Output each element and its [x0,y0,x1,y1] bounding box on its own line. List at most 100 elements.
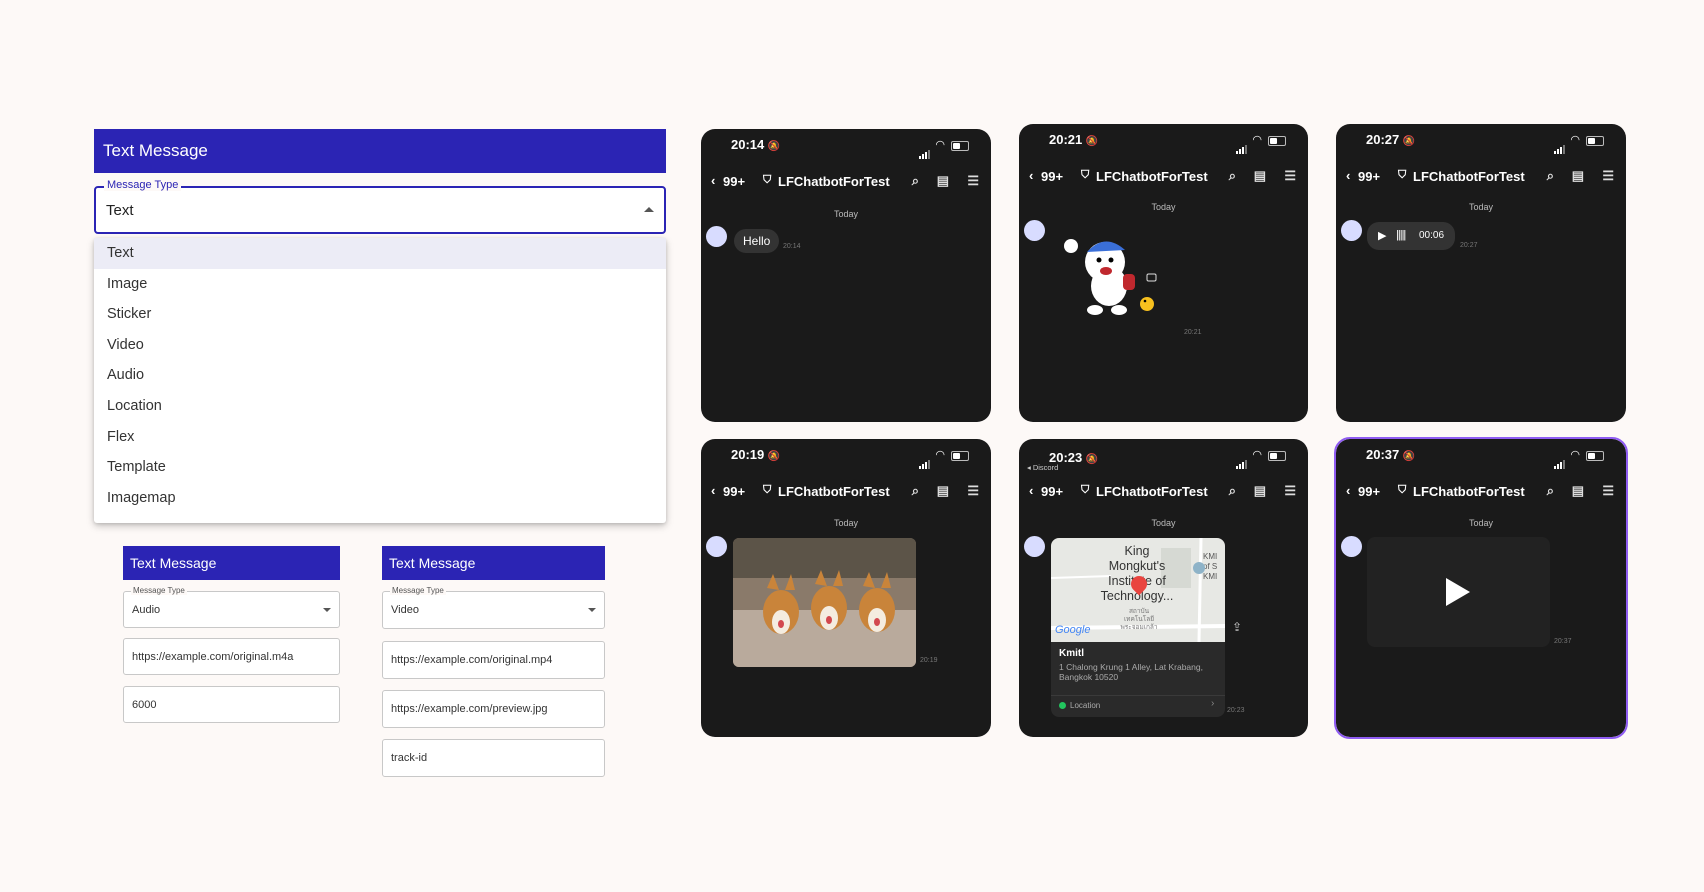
notes-icon[interactable]: ▤ [937,483,949,499]
menu-icon[interactable]: ☰ [967,173,979,189]
wifi-icon: ◠ [1570,449,1580,461]
signal-icon [1554,136,1566,154]
phone-text-message: 20:14 🔕 ◠ ‹ 99+ ⛉ LFChatbotForTest ⌕ ▤ ☰… [701,129,991,422]
wifi-icon: ◠ [935,449,945,461]
video-url-field[interactable]: https://example.com/original.mp4 [382,641,605,679]
unread-count: 99+ [723,174,746,189]
chevron-right-icon[interactable]: › [1211,698,1214,709]
map-side-label: KMI of S KMI [1203,552,1218,581]
caret-up-icon[interactable] [644,207,654,212]
map-thai-label: สถาบัน เทคโนโลยี พระจอมเกล้า [1120,608,1158,631]
video-thumbnail[interactable] [1367,537,1550,647]
back-icon[interactable]: ‹ [1346,168,1350,183]
map-preview[interactable]: King Mongkut's Institute of Technology..… [1051,538,1225,642]
corgi-photo[interactable] [733,538,916,667]
audio-bubble[interactable]: ▶ ||||| 00:06 [1367,222,1455,250]
search-icon[interactable]: ⌕ [912,483,919,499]
unread-count: 99+ [1358,169,1381,184]
option-image[interactable]: Image [94,269,666,300]
notes-icon[interactable]: ▤ [1572,483,1584,499]
play-icon[interactable]: ▶ [1378,229,1386,242]
caret-down-icon[interactable] [323,608,331,612]
search-icon[interactable]: ⌕ [912,173,919,189]
back-to-app[interactable]: ◂ Discord [1027,463,1058,472]
video-form-header: Text Message [382,546,605,580]
waveform-icon: ||||| [1396,229,1406,241]
wifi-icon: ◠ [1252,134,1262,146]
map-place-label: King Mongkut's Institute of Technology..… [1100,544,1174,603]
chat-name: LFChatbotForTest [1413,169,1525,184]
location-dot-icon [1059,702,1066,709]
caret-down-icon[interactable] [588,608,596,612]
back-icon[interactable]: ‹ [711,173,715,188]
location-card[interactable]: King Mongkut's Institute of Technology..… [1051,538,1225,717]
option-imagemap[interactable]: Imagemap [94,483,666,514]
battery-icon [1586,451,1604,461]
message-time: 20:21 [1184,329,1202,336]
shield-icon: ⛉ [763,484,772,496]
option-text[interactable]: Text [94,238,666,269]
video-preview-value: https://example.com/preview.jpg [391,703,548,715]
option-location[interactable]: Location [94,391,666,422]
audio-form-header: Text Message [123,546,340,580]
audio-url-value: https://example.com/original.m4a [132,651,294,663]
audio-url-field[interactable]: https://example.com/original.m4a [123,638,340,675]
unread-count: 99+ [1358,484,1381,499]
video-url-value: https://example.com/original.mp4 [391,654,553,666]
option-video[interactable]: Video [94,330,666,361]
audio-type-select[interactable]: Message Type Audio [123,586,340,628]
notes-icon[interactable]: ▤ [1254,168,1266,184]
menu-icon[interactable]: ☰ [1284,483,1296,499]
search-icon[interactable]: ⌕ [1229,168,1236,184]
phone-location-message: 20:23 🔕 ◂ Discord ◠ ‹ 99+ ⛉ LFChatbotFor… [1019,439,1308,737]
status-time: 20:37 🔕 [1366,447,1416,462]
battery-icon [951,141,969,151]
menu-icon[interactable]: ☰ [1284,168,1296,184]
chat-name: LFChatbotForTest [778,484,890,499]
option-template[interactable]: Template [94,452,666,483]
back-icon[interactable]: ‹ [1029,168,1033,183]
option-sticker[interactable]: Sticker [94,299,666,330]
date-divider: Today [1151,518,1176,528]
google-logo: Google [1055,624,1091,636]
video-track-id-field[interactable]: track-id [382,739,605,777]
option-flex[interactable]: Flex [94,422,666,453]
phone-sticker-message: 20:21 🔕 ◠ ‹ 99+ ⛉ LFChatbotForTest ⌕ ▤ ☰… [1019,124,1308,422]
notes-icon[interactable]: ▤ [1254,483,1266,499]
message-bubble: Hello [734,229,780,253]
audio-duration-value: 6000 [132,699,157,711]
search-icon[interactable]: ⌕ [1547,168,1554,184]
status-time: 20:27 🔕 [1366,132,1416,147]
audio-duration-field[interactable]: 6000 [123,686,340,723]
message-type-select[interactable]: Message Type Text [94,179,666,234]
message-type-label: Message Type [104,179,182,191]
shield-icon: ⛉ [763,174,772,186]
bell-off-icon: 🔕 [1085,454,1099,465]
back-icon[interactable]: ‹ [711,483,715,498]
shield-icon: ⛉ [1398,169,1407,181]
menu-icon[interactable]: ☰ [967,483,979,499]
video-type-select[interactable]: Message Type Video [382,586,605,629]
date-divider: Today [833,209,859,219]
back-icon[interactable]: ‹ [1029,483,1033,498]
search-icon[interactable]: ⌕ [1547,483,1554,499]
menu-icon[interactable]: ☰ [1602,168,1614,184]
option-audio[interactable]: Audio [94,360,666,391]
message-time: 20:27 [1460,242,1478,249]
back-icon[interactable]: ‹ [1346,483,1350,498]
audio-type-value: Audio [132,604,161,616]
play-icon[interactable] [1446,578,1470,606]
menu-icon[interactable]: ☰ [1602,483,1614,499]
chat-name: LFChatbotForTest [778,174,890,189]
search-icon[interactable]: ⌕ [1229,483,1236,499]
main-form-header: Text Message [94,129,666,173]
sticker-image [1064,239,1157,315]
notes-icon[interactable]: ▤ [937,173,949,189]
message-type-menu: Text Image Sticker Video Audio Location … [94,238,666,523]
unread-count: 99+ [1041,169,1064,184]
signal-icon [919,141,931,159]
share-icon[interactable]: ⇪ [1232,620,1242,634]
notes-icon[interactable]: ▤ [1572,168,1584,184]
status-time: 20:21 🔕 [1049,132,1099,147]
video-preview-field[interactable]: https://example.com/preview.jpg [382,690,605,728]
